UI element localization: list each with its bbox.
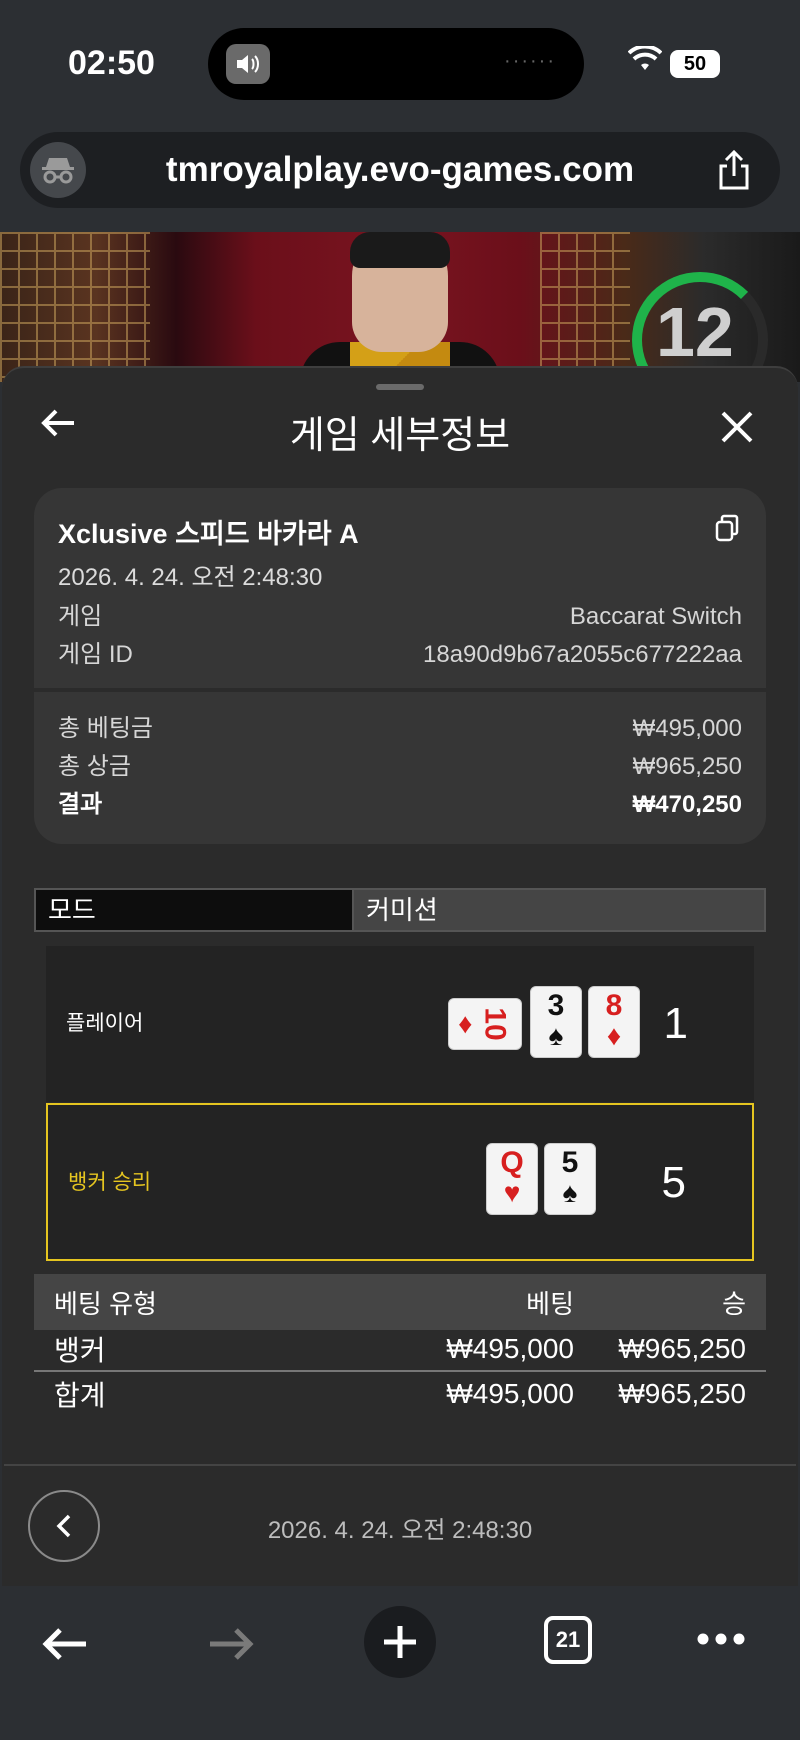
share-icon[interactable]	[716, 149, 752, 195]
mode-label: 모드	[36, 890, 354, 930]
banker-score: 5	[661, 1158, 686, 1207]
live-video: 12	[0, 232, 800, 382]
lattice-decor	[0, 232, 150, 382]
player-score: 1	[663, 999, 688, 1048]
total-win-label: 총 상금	[58, 753, 131, 780]
playing-card: 3 ♠	[530, 986, 582, 1058]
bets-table-header: 베팅 유형 베팅 승	[34, 1274, 766, 1330]
total-bet-value: ₩495,000	[632, 715, 742, 742]
player-label: 플레이어	[66, 1012, 144, 1035]
dealer-hair	[350, 232, 450, 268]
browser-forward-icon[interactable]	[208, 1626, 256, 1667]
game-date: 2026. 4. 24. 오전 2:48:30	[58, 564, 323, 591]
game-value: Baccarat Switch	[569, 603, 742, 630]
playing-card: 5 ♠	[544, 1143, 596, 1215]
banker-hand: 뱅커 승리 Q ♥ 5 ♠ 5	[46, 1103, 754, 1261]
playing-card: ♦ 10	[448, 998, 522, 1050]
countdown-number: 12	[656, 293, 734, 371]
battery-indicator: 50	[670, 50, 720, 78]
divider	[4, 1464, 796, 1466]
win-amount-cell: ₩965,250	[618, 1333, 746, 1364]
bet-amount-cell: ₩495,000	[446, 1333, 574, 1364]
more-icon[interactable]	[696, 1632, 746, 1651]
total-bet-label: 총 베팅금	[58, 715, 153, 742]
bet-type-cell: 뱅커	[54, 1335, 106, 1366]
game-summary-card: Xclusive 스피드 바카라 A 2026. 4. 24. 오전 2:48:…	[34, 488, 766, 844]
col-bet-type: 베팅 유형	[54, 1288, 157, 1319]
close-icon[interactable]	[720, 410, 754, 449]
win-amount-cell: ₩965,250	[618, 1378, 746, 1409]
game-name: Xclusive 스피드 바카라 A	[58, 519, 359, 549]
page-title: 게임 세부정보	[289, 415, 511, 457]
card-suit: ♦	[606, 1020, 622, 1051]
mode-row: 모드 커미션	[34, 888, 766, 932]
bet-type-cell: 합계	[54, 1380, 106, 1411]
card-suit: ♦	[458, 1008, 473, 1039]
mode-value: 커미션	[354, 890, 764, 930]
total-win-value: ₩965,250	[632, 753, 742, 780]
island-dots-icon: ······	[504, 50, 556, 72]
card-rank: 5	[561, 1146, 579, 1179]
playing-card: 8 ♦	[588, 986, 640, 1058]
bet-amount-cell: ₩495,000	[446, 1378, 574, 1409]
incognito-icon[interactable]	[30, 142, 86, 198]
lattice-decor	[540, 232, 630, 382]
browser-back-icon[interactable]	[40, 1626, 88, 1667]
browser-toolbar: 21	[0, 1586, 800, 1740]
total-bet-row: 총 베팅금 ₩495,000	[58, 710, 742, 748]
result-label: 결과	[58, 791, 103, 818]
card-rank: 10	[479, 1007, 513, 1041]
url-text[interactable]: tmroyalplay.evo-games.com	[120, 132, 680, 208]
sheet-grabber[interactable]	[376, 384, 424, 390]
status-time: 02:50	[68, 44, 155, 82]
copy-icon[interactable]	[714, 514, 740, 547]
game-id-value: 18a90d9b67a2055c677222aa	[423, 641, 742, 668]
address-bar[interactable]: tmroyalplay.evo-games.com	[20, 132, 780, 208]
card-rank: Q	[500, 1146, 524, 1179]
playing-card: Q ♥	[486, 1143, 538, 1215]
dynamic-island: ······	[208, 28, 584, 100]
new-tab-button[interactable]	[364, 1606, 436, 1678]
result-row: 결과 ₩470,250	[58, 786, 742, 824]
game-row: 게임 Baccarat Switch	[58, 598, 742, 636]
player-hand: 플레이어 ♦ 10 3 ♠ 8 ♦ 1	[46, 946, 754, 1102]
col-bet: 베팅	[526, 1288, 574, 1319]
result-value: ₩470,250	[632, 791, 742, 818]
table-row-total: 합계 ₩495,000 ₩965,250	[34, 1372, 766, 1416]
card-rank: 8	[605, 989, 623, 1022]
game-label: 게임	[58, 603, 103, 630]
card-suit: ♠	[562, 1177, 578, 1208]
banker-label: 뱅커 승리	[68, 1171, 152, 1194]
speaker-icon	[226, 44, 270, 84]
game-id-row: 게임 ID 18a90d9b67a2055c677222aa	[58, 636, 742, 674]
col-win: 승	[722, 1288, 746, 1319]
wifi-icon	[627, 44, 663, 77]
game-id-label: 게임 ID	[58, 641, 133, 668]
card-suit: ♠	[548, 1020, 564, 1051]
round-date: 2026. 4. 24. 오전 2:48:30	[267, 1517, 533, 1544]
card-suit: ♥	[503, 1177, 521, 1208]
table-row: 뱅커 ₩495,000 ₩965,250	[34, 1328, 766, 1372]
total-win-row: 총 상금 ₩965,250	[58, 748, 742, 786]
card-rank: 3	[547, 989, 565, 1022]
plus-icon	[384, 1626, 416, 1658]
tab-switcher-button[interactable]: 21	[544, 1616, 592, 1664]
